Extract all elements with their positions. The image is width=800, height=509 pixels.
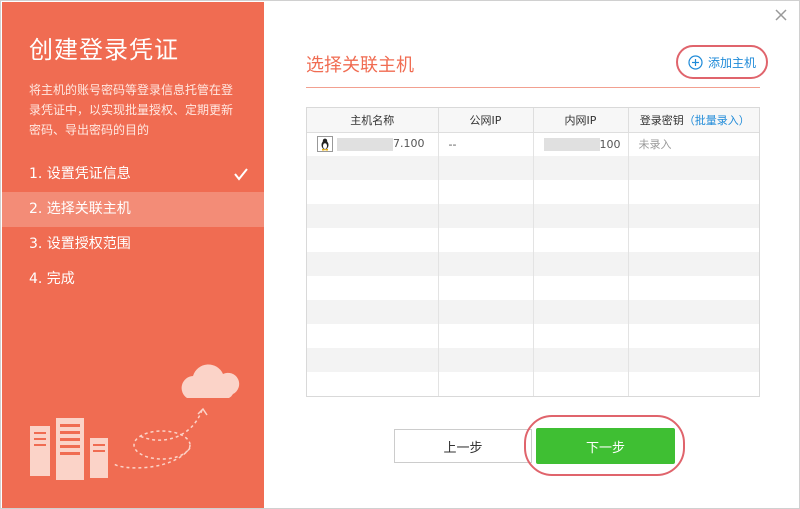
sidebar-title: 创建登录凭证: [29, 36, 179, 64]
private-ip-cell: 100: [533, 132, 629, 156]
linux-icon: [317, 136, 333, 153]
table-header-row: 主机名称 公网IP 内网IP 登录密钥（批量录入）: [307, 108, 759, 133]
private-ip-suffix: 100: [599, 137, 621, 151]
step-label: 1. 设置凭证信息: [29, 166, 131, 182]
cloud-icon: [181, 364, 240, 398]
masked-private-ip: [543, 138, 600, 151]
add-host-button[interactable]: 添加主机: [676, 45, 768, 79]
create-credential-dialog: 创建登录凭证 将主机的账号密码等登录信息托管在登录凭证中，以实现批量授权、定期更…: [0, 0, 800, 509]
step-label: 4. 完成: [29, 271, 75, 287]
step-label: 3. 设置授权范围: [29, 236, 131, 252]
check-icon: [234, 168, 248, 181]
table-row: [307, 252, 759, 276]
previous-step-button[interactable]: 上一步: [394, 429, 532, 463]
host-name-cell: 7.100: [307, 132, 439, 156]
hosts-table: 主机名称 公网IP 内网IP 登录密钥（批量录入） 7.100 -- 100 未…: [306, 107, 760, 397]
column-header-host-name: 主机名称: [307, 108, 439, 133]
table-row: [307, 348, 759, 372]
table-row[interactable]: 7.100 -- 100 未录入: [307, 132, 759, 156]
table-row: [307, 156, 759, 180]
sidebar-description: 将主机的账号密码等登录信息托管在登录凭证中，以实现批量授权、定期更新密码、导出密…: [29, 83, 234, 137]
table-row: [307, 276, 759, 300]
masked-host-name: [337, 137, 393, 151]
step-item-select-hosts: 2. 选择关联主机: [2, 192, 264, 227]
host-name-suffix: 7.100: [393, 137, 425, 151]
step-item-complete: 4. 完成: [2, 262, 264, 297]
close-icon[interactable]: [773, 7, 789, 23]
table-row: [307, 372, 759, 396]
title-divider: [306, 87, 760, 88]
add-host-label: 添加主机: [707, 55, 756, 70]
step-label: 2. 选择关联主机: [29, 201, 131, 217]
login-key-cell: 未录入: [638, 138, 672, 152]
table-row: [307, 324, 759, 348]
column-header-public-ip: 公网IP: [438, 108, 534, 133]
table-row: [307, 180, 759, 204]
step-list: 1. 设置凭证信息 2. 选择关联主机 3. 设置授权范围 4. 完成: [2, 157, 264, 297]
column-header-login-key: 登录密钥（批量录入）: [628, 108, 759, 133]
table-row: [307, 300, 759, 324]
bulk-entry-link[interactable]: （批量录入）: [684, 114, 750, 127]
step-item-credential-info: 1. 设置凭证信息: [2, 157, 264, 192]
page-title: 选择关联主机: [306, 55, 414, 76]
servers-cloud-illustration: [30, 364, 240, 480]
login-key-header-label: 登录密钥: [639, 113, 684, 127]
server-icon: [30, 418, 108, 480]
column-header-private-ip: 内网IP: [533, 108, 629, 133]
table-row: [307, 228, 759, 252]
sidebar: 创建登录凭证 将主机的账号密码等登录信息托管在登录凭证中，以实现批量授权、定期更…: [2, 2, 264, 508]
table-row: [307, 204, 759, 228]
plus-circle-icon: [688, 54, 703, 70]
next-step-button[interactable]: 下一步: [536, 428, 675, 464]
public-ip-cell: --: [438, 132, 534, 156]
step-item-authorization-scope: 3. 设置授权范围: [2, 227, 264, 262]
